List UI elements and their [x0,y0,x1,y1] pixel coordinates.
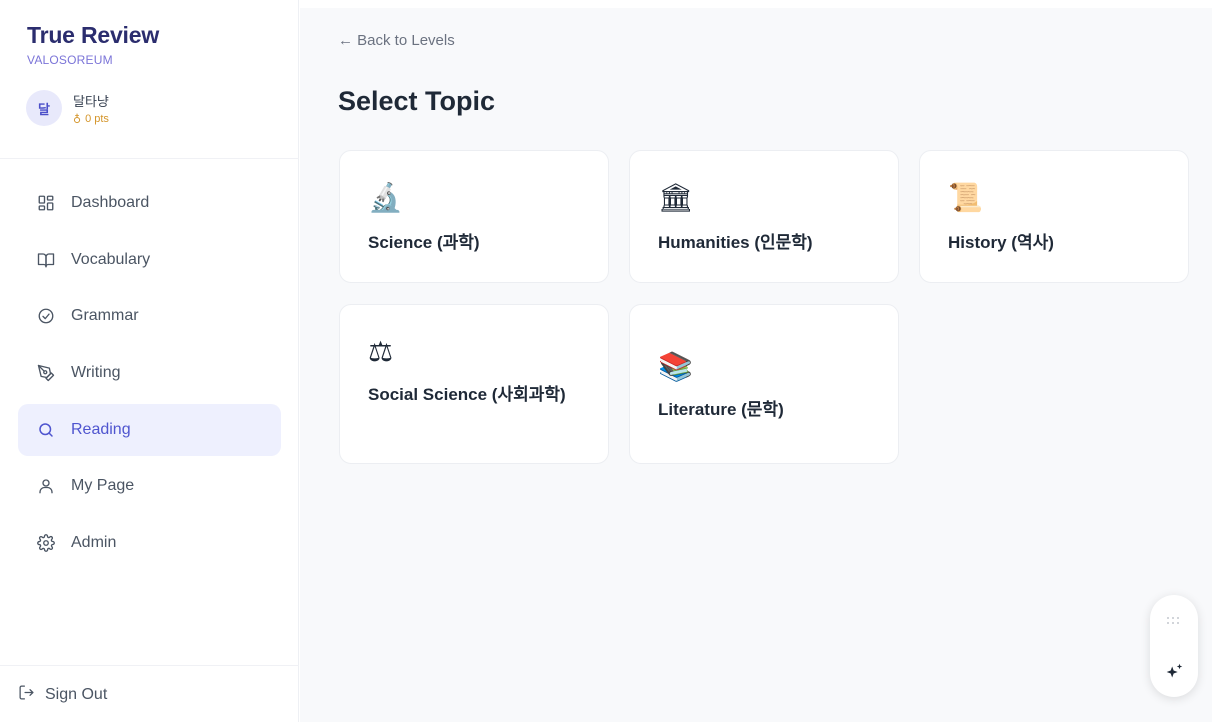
topic-card-history[interactable]: 📜 History (역사) [919,150,1189,283]
sidebar-item-writing[interactable]: Writing [18,347,281,399]
book-open-icon [36,250,56,270]
topic-label: Social Science (사회과학) [368,385,566,404]
microscope-icon: 🔬 [368,181,403,214]
sidebar-item-label: Grammar [71,307,139,325]
main-content: ← Back to Levels Select Topic 🔬 Science … [300,8,1212,722]
coin-icon: ♁ [73,112,82,126]
topic-card-humanities[interactable]: 🏛 Humanities (인문학) [629,150,899,283]
user-profile: 달 달타냥 ♁ 0 pts [26,90,109,126]
topic-label: Humanities (인문학) [658,233,813,252]
dashboard-grid-icon [36,193,56,213]
sidebar-item-admin[interactable]: Admin [18,517,281,569]
sidebar-item-label: Vocabulary [71,250,151,268]
topic-card-science[interactable]: 🔬 Science (과학) [339,150,609,283]
sidebar-item-label: Dashboard [71,194,150,211]
sidebar: True Review VALOSOREUM 달 달타냥 ♁ 0 pts Das… [0,0,299,722]
drag-grip-icon[interactable] [1167,617,1181,625]
page-title: Select Topic [338,86,496,116]
check-circle-icon [36,306,56,326]
search-icon [36,420,56,440]
sidebar-nav: Dashboard Vocabulary Grammar Writing Rea… [18,177,281,574]
brand-subtitle: VALOSOREUM [27,53,113,67]
log-out-icon [18,684,35,706]
sidebar-item-reading[interactable]: Reading [18,403,281,456]
topic-card-social-science[interactable]: ⚖ Social Science (사회과학) [339,304,609,464]
topic-label: History (역사) [948,233,1054,252]
sign-out-button[interactable]: Sign Out [18,684,107,706]
brand-title: True Review [27,22,160,48]
user-icon [36,476,56,496]
sidebar-item-dashboard[interactable]: Dashboard [18,177,281,229]
avatar: 달 [26,90,62,126]
classical-building-icon: 🏛 [658,181,694,214]
brand: True Review VALOSOREUM [27,22,159,67]
pen-tool-icon [36,363,56,383]
topic-label: Literature (문학) [658,400,784,419]
back-to-levels-link[interactable]: ← Back to Levels [338,32,455,49]
sidebar-item-label: Reading [71,420,131,438]
sidebar-divider [0,158,299,159]
balance-scale-icon: ⚖ [368,335,394,368]
sign-out-label: Sign Out [45,686,108,703]
user-points: ♁ 0 pts [73,113,109,126]
scroll-icon: 📜 [948,181,983,214]
books-icon: 📚 [658,350,693,383]
sidebar-item-label: Writing [71,364,121,382]
user-info: 달타냥 ♁ 0 pts [73,91,109,126]
settings-gear-icon [36,533,56,553]
sidebar-item-label: Admin [71,534,117,552]
topic-card-literature[interactable]: 📚 Literature (문학) [629,304,899,464]
sidebar-item-my-page[interactable]: My Page [18,460,281,512]
sidebar-bottom-divider [0,665,299,666]
user-points-value: 0 pts [85,113,109,125]
sidebar-item-grammar[interactable]: Grammar [18,290,281,342]
floating-assistant-widget[interactable] [1150,595,1198,697]
sparkle-icon[interactable] [1163,661,1185,683]
sidebar-item-label: My Page [71,477,135,495]
sidebar-item-vocabulary[interactable]: Vocabulary [18,234,281,286]
user-name: 달타냥 [73,94,109,110]
topic-label: Science (과학) [368,233,480,252]
